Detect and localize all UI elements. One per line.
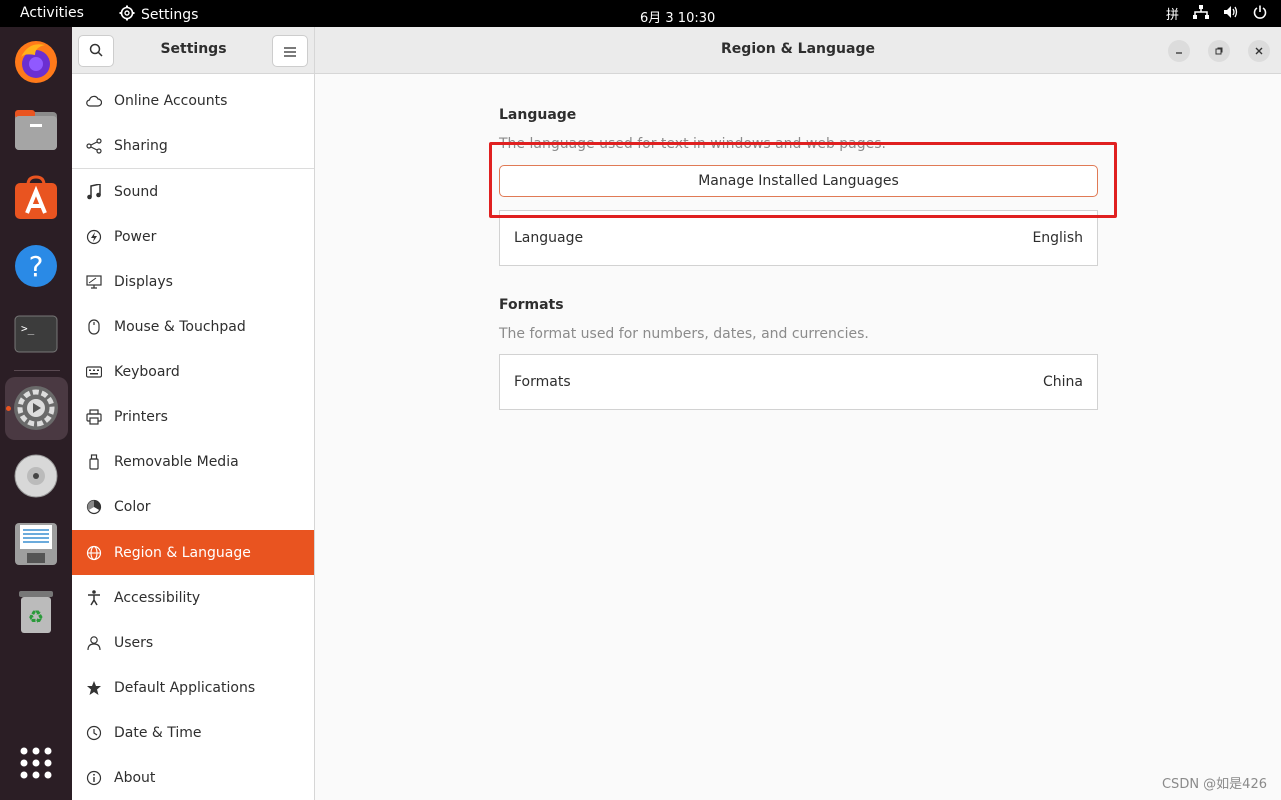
- formats-section-title: Formats: [499, 297, 564, 313]
- sidebar-item-about[interactable]: About: [72, 755, 314, 800]
- svg-text:?: ?: [29, 250, 44, 283]
- svg-text:♻: ♻: [28, 607, 44, 628]
- sidebar-item-power[interactable]: Power: [72, 214, 314, 259]
- formats-row-value: China: [1043, 374, 1083, 390]
- sidebar-item-label: Printers: [114, 408, 168, 425]
- sidebar-item-label: About: [114, 769, 156, 786]
- sidebar-item-label: Accessibility: [114, 589, 201, 606]
- sidebar-item-label: Region & Language: [114, 544, 251, 561]
- sidebar-item-sound[interactable]: Sound: [72, 169, 314, 214]
- sidebar-item-region-language[interactable]: Region & Language: [72, 530, 314, 575]
- sidebar-item-default-applications[interactable]: Default Applications: [72, 665, 314, 710]
- sidebar-item-label: Mouse & Touchpad: [114, 318, 246, 335]
- running-indicator: [6, 406, 11, 411]
- sidebar-item-label: Users: [114, 634, 154, 651]
- help-icon[interactable]: ?: [12, 242, 60, 290]
- sidebar-item-label: Online Accounts: [114, 92, 228, 109]
- sidebar-item-label: Keyboard: [114, 363, 180, 380]
- software-store-icon[interactable]: [12, 174, 60, 222]
- sidebar-item-users[interactable]: Users: [72, 620, 314, 665]
- watermark: CSDN @如是426: [1161, 777, 1267, 792]
- mouse-icon: [86, 318, 102, 335]
- users-icon: [86, 635, 102, 651]
- dock-separator: [14, 370, 60, 371]
- trash-icon[interactable]: ♻: [12, 588, 60, 636]
- network-icon: [1193, 4, 1209, 23]
- sidebar-item-color[interactable]: Color: [72, 484, 314, 529]
- sidebar-item-accessibility[interactable]: Accessibility: [72, 575, 314, 620]
- floppy-icon[interactable]: [12, 520, 60, 568]
- language-section-title: Language: [499, 107, 577, 123]
- close-button[interactable]: [1248, 40, 1270, 62]
- input-method-indicator[interactable]: 拼: [1166, 4, 1179, 23]
- sidebar-item-label: Power: [114, 228, 157, 245]
- sidebar-item-sharing[interactable]: Sharing: [72, 123, 314, 168]
- settings-app-icon[interactable]: [12, 384, 60, 432]
- firefox-icon[interactable]: [12, 38, 60, 86]
- sidebar-item-displays[interactable]: Displays: [72, 259, 314, 304]
- activities-button[interactable]: Activities: [20, 5, 84, 21]
- sidebar-item-label: Color: [114, 498, 151, 515]
- color-icon: [86, 499, 102, 515]
- close-icon: [1255, 45, 1263, 58]
- clock-icon: [86, 725, 102, 741]
- page-title: Region & Language: [721, 41, 875, 57]
- share-icon: [86, 137, 102, 154]
- sidebar-item-label: Sound: [114, 183, 159, 200]
- sidebar-item-label: Displays: [114, 273, 173, 290]
- sidebar: Online Accounts Sharing Sound Power Disp…: [72, 74, 315, 800]
- cloud-icon: [86, 93, 102, 109]
- globe-icon: [86, 545, 102, 561]
- dock: ? >_ ♻: [0, 27, 72, 800]
- power-menu-icon: [1253, 5, 1267, 23]
- hamburger-menu-icon: [284, 42, 296, 61]
- app-name: Settings: [141, 7, 199, 23]
- app-menu[interactable]: Settings: [119, 5, 198, 25]
- top-bar: Activities Settings 6月 3 10:30 拼: [0, 0, 1281, 27]
- sidebar-item-date-time[interactable]: Date & Time: [72, 710, 314, 755]
- star-icon: [86, 680, 102, 696]
- sidebar-item-mouse-touchpad[interactable]: Mouse & Touchpad: [72, 304, 314, 349]
- system-tray[interactable]: 拼: [1166, 4, 1267, 23]
- printer-icon: [86, 408, 102, 425]
- sidebar-item-removable-media[interactable]: Removable Media: [72, 439, 314, 484]
- minimize-button[interactable]: [1168, 40, 1190, 62]
- menu-button[interactable]: [272, 35, 308, 67]
- removable-media-icon: [86, 453, 102, 470]
- show-apps-icon[interactable]: [12, 739, 60, 787]
- sidebar-item-label: Default Applications: [114, 679, 256, 696]
- sidebar-item-label: Removable Media: [114, 453, 239, 470]
- display-icon: [86, 274, 102, 290]
- volume-icon: [1223, 5, 1239, 23]
- minimize-icon: [1175, 45, 1183, 58]
- sidebar-item-label: Sharing: [114, 137, 168, 154]
- terminal-icon[interactable]: >_: [12, 310, 60, 358]
- sidebar-item-keyboard[interactable]: Keyboard: [72, 349, 314, 394]
- sidebar-header: Settings: [72, 27, 315, 74]
- disc-icon[interactable]: [12, 452, 60, 500]
- power-icon: [86, 229, 102, 245]
- language-row-label: Language: [514, 230, 584, 246]
- files-icon[interactable]: [12, 106, 60, 154]
- restore-icon: [1215, 45, 1223, 58]
- language-row[interactable]: Language English: [499, 210, 1098, 266]
- formats-row[interactable]: Formats China: [499, 354, 1098, 410]
- keyboard-icon: [86, 364, 102, 380]
- music-note-icon: [86, 183, 102, 200]
- formats-section-description: The format used for numbers, dates, and …: [499, 326, 869, 342]
- annotation-highlight-box: [489, 142, 1117, 218]
- formats-row-label: Formats: [514, 374, 571, 390]
- sidebar-item-online-accounts[interactable]: Online Accounts: [72, 78, 314, 123]
- info-icon: [86, 770, 102, 786]
- maximize-button[interactable]: [1208, 40, 1230, 62]
- accessibility-icon: [86, 589, 102, 606]
- sidebar-item-printers[interactable]: Printers: [72, 394, 314, 439]
- sidebar-item-label: Date & Time: [114, 724, 202, 741]
- gear-icon: [119, 5, 135, 25]
- main-header: Region & Language: [315, 27, 1281, 74]
- language-row-value: English: [1032, 230, 1083, 246]
- svg-text:>_: >_: [21, 322, 35, 335]
- clock[interactable]: 6月 3 10:30: [640, 7, 715, 26]
